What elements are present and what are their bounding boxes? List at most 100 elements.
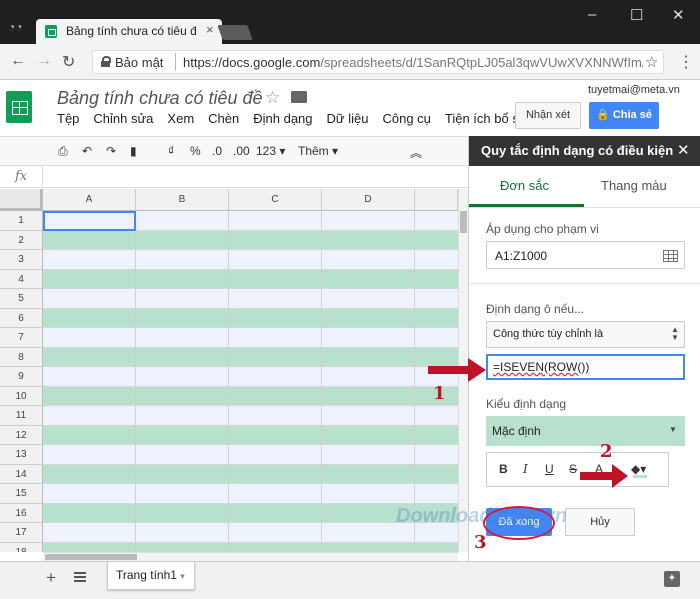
table-row[interactable] bbox=[43, 230, 458, 250]
close-window-button[interactable]: ✕ bbox=[672, 6, 685, 24]
forward-icon[interactable]: → bbox=[36, 52, 52, 70]
panel-close-icon[interactable]: ✕ bbox=[677, 141, 690, 159]
paint-format-icon[interactable]: ▮ bbox=[130, 144, 137, 158]
user-email[interactable]: tuyetmai@meta.vn bbox=[588, 84, 680, 96]
cancel-button[interactable]: Hủy bbox=[565, 508, 635, 536]
star-icon[interactable]: ☆ bbox=[265, 88, 280, 108]
row-header[interactable]: 16 bbox=[0, 503, 43, 523]
table-row[interactable] bbox=[43, 464, 458, 484]
maximize-button[interactable]: ☐ bbox=[630, 6, 643, 24]
table-row[interactable] bbox=[43, 484, 458, 504]
strikethrough-icon[interactable]: S bbox=[569, 462, 577, 476]
select-range-icon[interactable] bbox=[663, 250, 678, 262]
sheet-tab[interactable]: Trang tính1 ▾ bbox=[107, 562, 195, 590]
column-header-e[interactable] bbox=[415, 189, 458, 211]
undo-icon[interactable]: ↶ bbox=[82, 144, 92, 158]
row-header[interactable]: 6 bbox=[0, 308, 43, 328]
row-header[interactable]: 17 bbox=[0, 523, 43, 543]
menu-edit[interactable]: Chỉnh sửa bbox=[93, 111, 153, 126]
row-header[interactable]: 9 bbox=[0, 367, 43, 387]
table-row[interactable] bbox=[43, 347, 458, 367]
row-header[interactable]: 18 bbox=[0, 542, 43, 552]
underline-icon[interactable]: U bbox=[545, 462, 554, 476]
minimize-button[interactable]: – bbox=[588, 6, 596, 23]
table-row[interactable] bbox=[43, 425, 458, 445]
menu-insert[interactable]: Chèn bbox=[208, 111, 239, 126]
row-header[interactable]: 11 bbox=[0, 406, 43, 426]
column-header-c[interactable]: C bbox=[229, 189, 322, 211]
table-row[interactable] bbox=[43, 406, 458, 426]
table-row[interactable] bbox=[43, 269, 458, 289]
menu-view[interactable]: Xem bbox=[167, 111, 194, 126]
sheet-tab-caret-icon[interactable]: ▾ bbox=[180, 571, 185, 581]
reload-icon[interactable]: ↻ bbox=[62, 52, 75, 72]
row-header[interactable]: 12 bbox=[0, 425, 43, 445]
menu-data[interactable]: Dữ liệu bbox=[327, 111, 369, 126]
row-header[interactable]: 1 bbox=[0, 211, 43, 231]
row-header[interactable]: 13 bbox=[0, 445, 43, 465]
collapse-icon[interactable]: ︽ bbox=[410, 144, 422, 161]
table-row[interactable] bbox=[43, 250, 458, 270]
row-header[interactable]: 4 bbox=[0, 269, 43, 289]
menu-format[interactable]: Định dạng bbox=[253, 111, 312, 126]
doc-title[interactable]: Bảng tính chưa có tiêu đề bbox=[57, 88, 263, 109]
tab-color-scale[interactable]: Thang màu bbox=[601, 178, 667, 193]
browser-tab[interactable]: Bảng tính chưa có tiêu đề × bbox=[36, 19, 222, 44]
address-bar[interactable]: Bảo mật https://docs.google.com/spreadsh… bbox=[92, 50, 664, 74]
bookmark-star-icon[interactable]: ☆ bbox=[645, 53, 658, 71]
format-style-select[interactable]: Mặc định ▼ bbox=[486, 416, 685, 446]
horizontal-scroll-thumb[interactable] bbox=[45, 554, 137, 560]
number-format-button[interactable]: 123 ▾ bbox=[256, 144, 285, 158]
range-input[interactable]: A1:Z1000 bbox=[486, 241, 685, 269]
table-row[interactable] bbox=[43, 445, 458, 465]
increase-decimal-button[interactable]: .00 bbox=[233, 144, 250, 158]
folder-icon[interactable] bbox=[291, 91, 307, 103]
row-header[interactable]: 2 bbox=[0, 230, 43, 250]
bold-icon[interactable]: B bbox=[499, 462, 508, 476]
row-header[interactable]: 3 bbox=[0, 250, 43, 270]
selected-cell[interactable] bbox=[43, 211, 136, 231]
redo-icon[interactable]: ↷ bbox=[106, 144, 116, 158]
tab-single-color[interactable]: Đơn sắc bbox=[500, 178, 549, 193]
url-text[interactable]: https://docs.google.com/spreadsheets/d/1… bbox=[183, 55, 643, 70]
share-button[interactable]: 🔒 Chia sẻ bbox=[589, 102, 659, 129]
table-row[interactable] bbox=[43, 386, 458, 406]
currency-button[interactable]: ₫ bbox=[168, 144, 174, 158]
new-tab-button[interactable] bbox=[217, 25, 253, 40]
back-icon[interactable]: ← bbox=[10, 52, 26, 70]
italic-icon[interactable]: I bbox=[523, 462, 528, 476]
column-header-d[interactable]: D bbox=[322, 189, 415, 211]
column-header-b[interactable]: B bbox=[136, 189, 229, 211]
table-row[interactable] bbox=[43, 367, 458, 387]
row-header[interactable]: 7 bbox=[0, 328, 43, 348]
table-row[interactable] bbox=[43, 542, 458, 552]
table-row[interactable] bbox=[43, 308, 458, 328]
more-button[interactable]: Thêm ▾ bbox=[298, 144, 338, 158]
horizontal-scrollbar[interactable] bbox=[43, 552, 458, 561]
row-header[interactable]: 8 bbox=[0, 347, 43, 367]
decrease-decimal-button[interactable]: .0 bbox=[212, 144, 222, 158]
row-header[interactable]: 10 bbox=[0, 386, 43, 406]
formula-bar[interactable]: fx bbox=[0, 165, 468, 188]
row-header[interactable]: 5 bbox=[0, 289, 43, 309]
all-sheets-icon[interactable] bbox=[74, 572, 86, 582]
fill-color-icon[interactable]: ◆▾ bbox=[631, 462, 646, 476]
browser-menu-icon[interactable]: ⋮ bbox=[678, 52, 694, 72]
menu-tools[interactable]: Công cụ bbox=[382, 111, 430, 126]
custom-formula-input[interactable]: =ISEVEN(ROW()) bbox=[486, 354, 685, 380]
table-row[interactable] bbox=[43, 328, 458, 348]
explore-icon[interactable]: ✦ bbox=[664, 571, 680, 587]
condition-select[interactable]: Công thức tùy chỉnh là ▲ ▼ bbox=[486, 321, 685, 348]
comment-button[interactable]: Nhận xét bbox=[515, 102, 581, 129]
vertical-scroll-thumb[interactable] bbox=[460, 211, 467, 233]
spreadsheet-grid[interactable]: A B C D 1 2 3 4 5 6 7 8 9 10 11 12 13 14 15 16 17 18 bbox=[0, 189, 458, 552]
add-sheet-icon[interactable]: + bbox=[46, 568, 56, 588]
row-header[interactable]: 15 bbox=[0, 484, 43, 504]
print-icon[interactable]: ⎙ bbox=[58, 144, 68, 159]
menu-file[interactable]: Tệp bbox=[57, 111, 79, 126]
percent-button[interactable]: % bbox=[190, 144, 201, 158]
table-row[interactable] bbox=[43, 289, 458, 309]
column-header-a[interactable]: A bbox=[43, 189, 136, 211]
select-all-corner[interactable] bbox=[0, 189, 43, 211]
tab-close-icon[interactable]: × bbox=[206, 22, 214, 37]
